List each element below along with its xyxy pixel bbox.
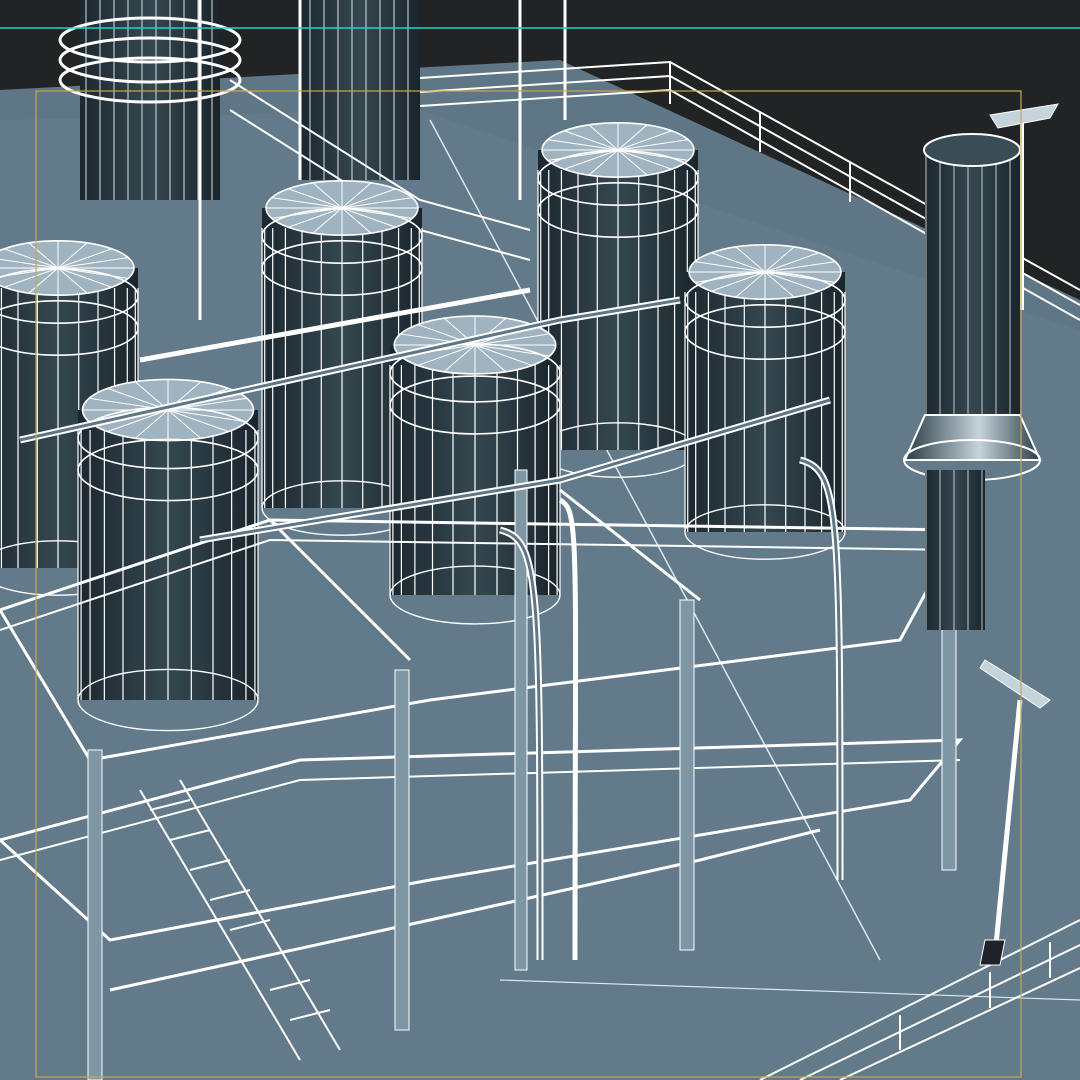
3d-viewport[interactable] — [0, 0, 1080, 1080]
wireframe-scene — [0, 0, 1080, 1080]
